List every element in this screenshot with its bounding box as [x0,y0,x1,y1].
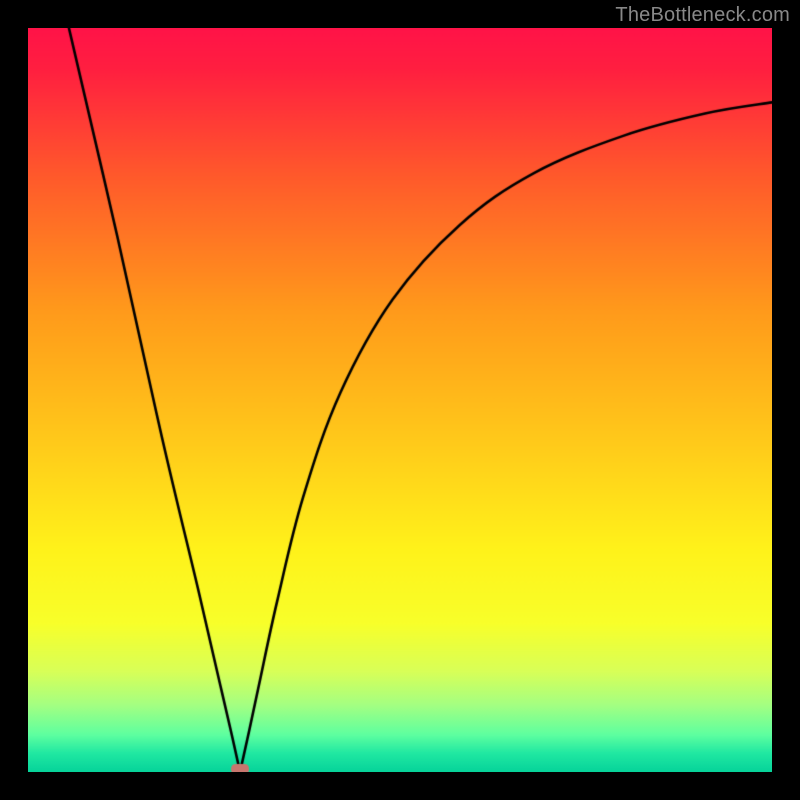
plot-canvas [28,28,772,772]
watermark-label: TheBottleneck.com [615,4,790,27]
plot-area [28,28,772,772]
chart-frame: TheBottleneck.com [0,0,800,800]
